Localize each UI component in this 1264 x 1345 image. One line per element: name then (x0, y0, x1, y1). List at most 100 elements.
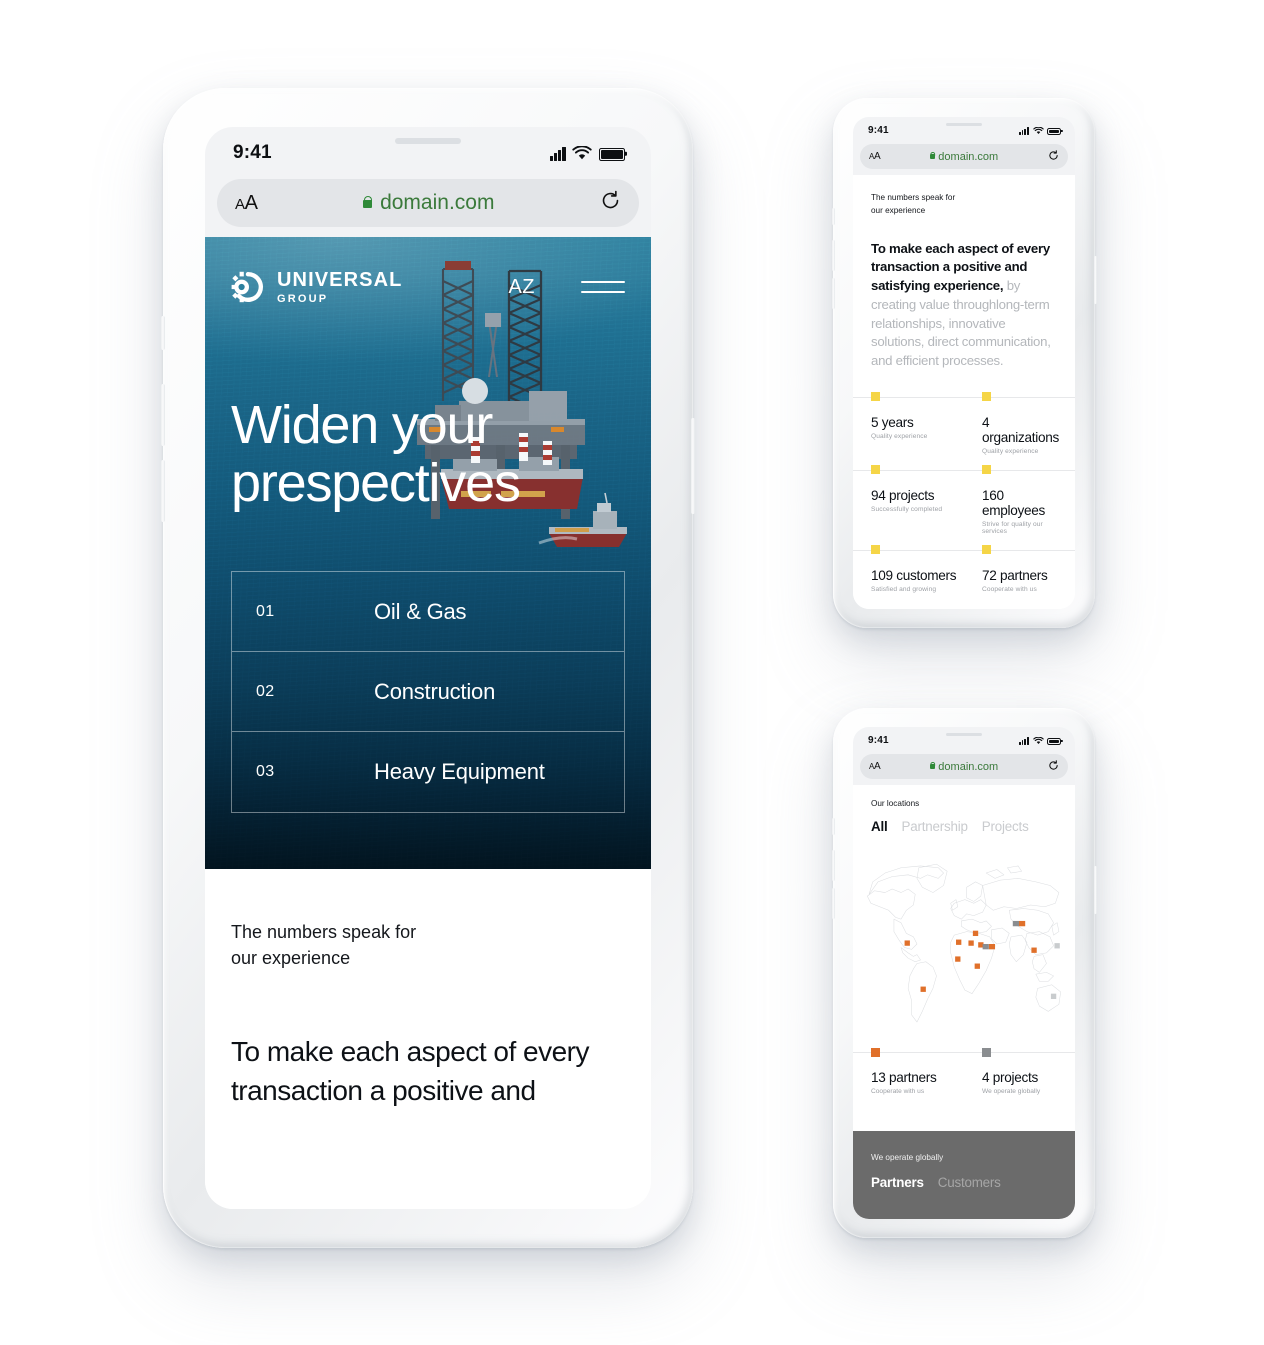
services-list: 01 Oil & Gas 02 Construction 03 Heavy Eq… (231, 571, 625, 813)
browser-url-bar-container: AA domain.com (853, 754, 1075, 785)
mute-switch[interactable] (161, 316, 165, 350)
stats-grid: 5 years Quality experience 4 organizatio… (853, 392, 1075, 608)
reload-icon[interactable] (1048, 149, 1059, 164)
url-text: domain.com (938, 150, 999, 163)
stat-card: 13 partners Cooperate with us (853, 1047, 964, 1095)
volume-up-button[interactable] (831, 850, 835, 881)
url-display[interactable]: domain.com (363, 191, 494, 215)
stat-card: 109 customers Satisfied and growing (853, 545, 964, 608)
brand-name: UNIVERSAL (277, 268, 403, 291)
aa-small: A (235, 195, 245, 213)
brand-subtitle: GROUP (277, 292, 329, 305)
tab-projects[interactable]: Projects (982, 819, 1029, 834)
divider (964, 549, 1075, 551)
divider (964, 1052, 1075, 1053)
stat-card: 4 projects We operate globally (964, 1047, 1075, 1095)
volume-down-button[interactable] (831, 278, 835, 309)
map-phone-mockup: 9:41 AA domain.com Our locations All Par… (831, 708, 1097, 1238)
language-switcher[interactable]: AZ (508, 276, 535, 299)
service-number: 03 (256, 763, 275, 780)
world-map[interactable] (862, 846, 1066, 1042)
browser-url-bar[interactable]: AA domain.com (860, 754, 1068, 779)
service-name: Oil & Gas (374, 598, 467, 624)
hero-title-line1: Widen your (231, 395, 493, 455)
text-size-button[interactable]: AA (869, 761, 881, 772)
kicker-line2: our experience (231, 948, 351, 969)
hero-title-line2: prespectives (231, 452, 521, 513)
power-button[interactable] (1093, 256, 1097, 304)
stat-value: 94 projects (871, 487, 935, 503)
section-kicker: The numbers speak for our experience (853, 175, 1075, 218)
battery-icon (1047, 737, 1061, 745)
browser-url-bar[interactable]: AA domain.com (860, 144, 1068, 169)
section-paragraph: To make each aspect of every transaction… (231, 1033, 625, 1110)
wifi-icon (1032, 126, 1044, 134)
status-time: 9:41 (233, 142, 272, 163)
footer-tabs: Partners Customers (871, 1175, 1057, 1190)
stat-value: 4 organizations (982, 414, 1059, 445)
mute-switch[interactable] (831, 818, 835, 835)
stat-card: 94 projects Successfully completed (853, 465, 964, 550)
list-item[interactable]: 02 Construction (232, 652, 624, 732)
divider (853, 396, 964, 398)
browser-url-bar[interactable]: AA domain.com (217, 179, 639, 227)
stat-value: 72 partners (982, 567, 1048, 583)
power-button[interactable] (691, 418, 695, 514)
stat-marker-icon (871, 545, 880, 555)
brand-logo[interactable]: UNIVERSAL GROUP (231, 270, 402, 305)
map-stats: 13 partners Cooperate with us 4 projects… (853, 1047, 1075, 1095)
mute-switch[interactable] (831, 208, 835, 225)
main-phone-mockup: 9:41 AA domain.com UNIVERSAL GROUP AZ Wi… (161, 88, 695, 1248)
hamburger-menu-icon[interactable] (581, 281, 625, 293)
phone-screen: 9:41 AA (853, 727, 1075, 1219)
url-display[interactable]: domain.com (930, 151, 998, 163)
kicker-line1: The numbers speak for (871, 193, 956, 202)
project-marker-icon (982, 1047, 991, 1057)
stat-label: Quality experience (982, 447, 1039, 455)
aa-large: A (873, 151, 881, 162)
tab-partnership[interactable]: Partnership (902, 819, 968, 834)
stat-label: Cooperate with us (871, 1088, 925, 1095)
wifi-icon (572, 145, 593, 159)
stat-label: Successfully completed (871, 505, 943, 513)
paragraph-line2: transaction a positive and (231, 1074, 536, 1106)
text-size-button[interactable]: AA (869, 151, 881, 162)
volume-down-button[interactable] (161, 460, 165, 522)
reload-icon[interactable] (600, 190, 621, 217)
stats-row: 94 projects Successfully completed 160 e… (853, 465, 1075, 550)
stat-marker-icon (982, 465, 991, 475)
stat-marker-icon (982, 392, 991, 402)
kicker-line2: our experience (871, 206, 926, 216)
list-item[interactable]: 03 Heavy Equipment (232, 732, 624, 812)
url-display[interactable]: domain.com (930, 761, 998, 773)
stat-value: 160 employees (982, 487, 1046, 518)
stat-value: 5 years (871, 414, 914, 430)
cellular-signal-icon (1018, 736, 1029, 745)
tab-customers[interactable]: Customers (938, 1175, 1001, 1190)
volume-up-button[interactable] (831, 240, 835, 271)
numbers-page-body: The numbers speak for our experience To … (853, 175, 1075, 609)
aa-large: A (873, 761, 881, 772)
earpiece-speaker (395, 138, 461, 144)
tab-partners[interactable]: Partners (871, 1175, 924, 1190)
text-size-button[interactable]: AA (235, 192, 258, 215)
service-name: Construction (374, 678, 496, 704)
tab-all[interactable]: All (871, 819, 888, 834)
volume-up-button[interactable] (161, 384, 165, 446)
location-filter-tabs: All Partnership Projects (853, 808, 1075, 834)
divider (964, 469, 1075, 471)
section-kicker: Our locations (871, 799, 920, 808)
screenshot-stage: 9:41 AA domain.com UNIVERSAL GROUP AZ Wi… (0, 0, 1264, 1345)
site-top-nav: UNIVERSAL GROUP AZ (205, 259, 651, 315)
paragraph-bold: To make each aspect of every transaction… (871, 240, 1050, 294)
lock-icon (363, 199, 373, 208)
list-item[interactable]: 01 Oil & Gas (232, 572, 624, 652)
footer-section: We operate globally Partners Customers (853, 1131, 1075, 1219)
stat-label: Quality experience (871, 432, 928, 440)
reload-icon[interactable] (1048, 759, 1059, 774)
service-number: 01 (256, 602, 275, 620)
hero-section: UNIVERSAL GROUP AZ Widen your prespectiv… (205, 237, 651, 869)
power-button[interactable] (1093, 866, 1097, 914)
volume-down-button[interactable] (831, 888, 835, 919)
divider (853, 1052, 964, 1053)
